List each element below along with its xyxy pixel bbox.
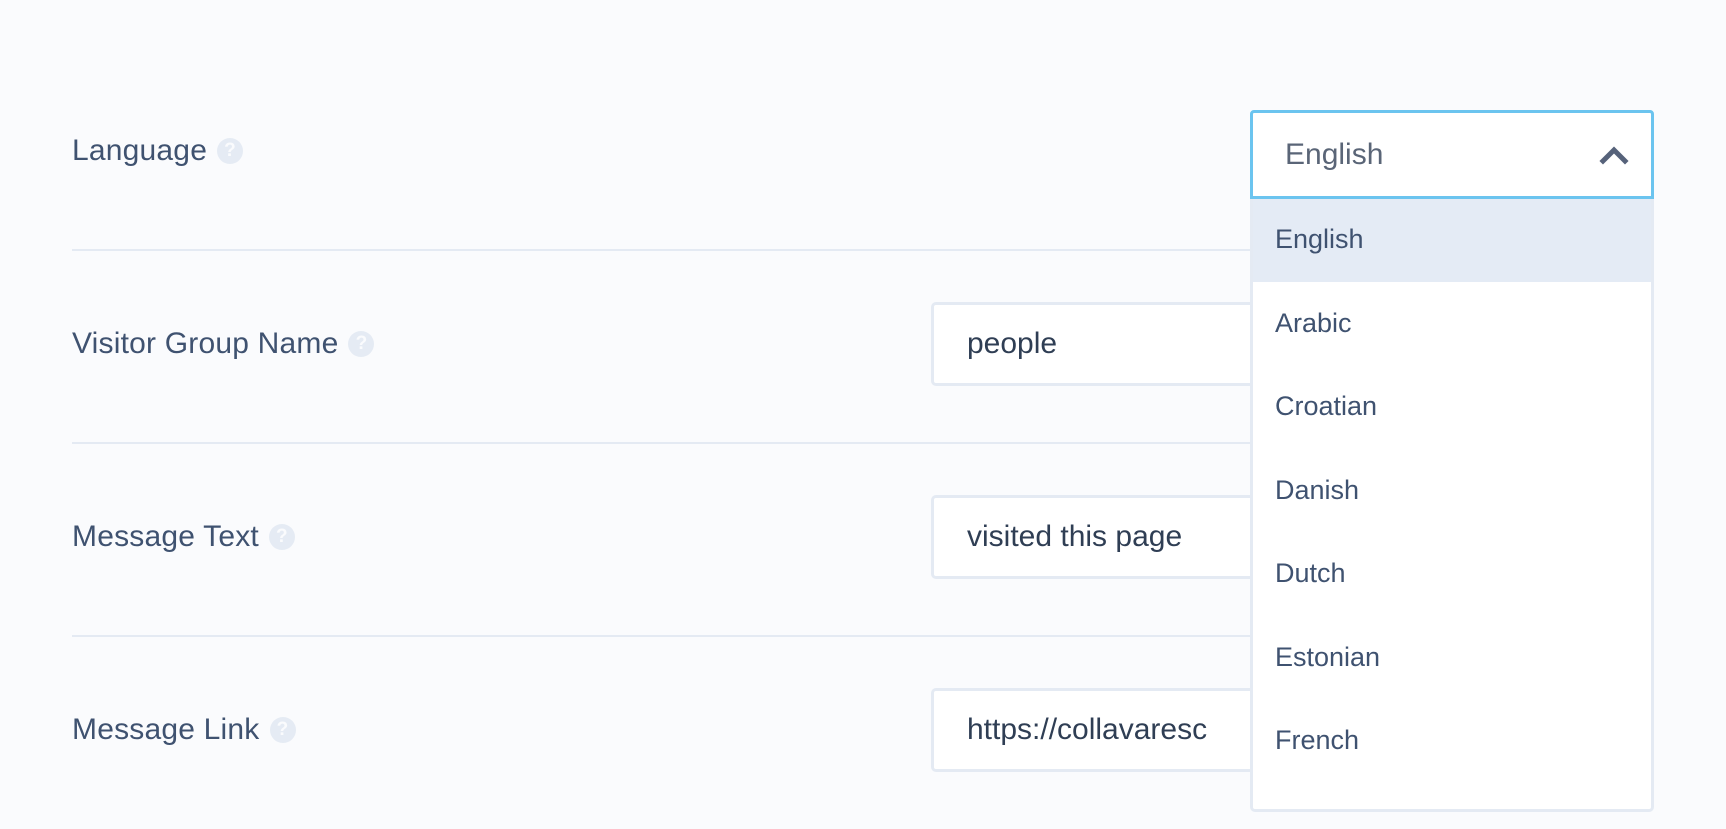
language-select-value: English [1285, 137, 1384, 171]
input-value: https://collavaresc [967, 713, 1208, 746]
field-label-message-text: Message Text ? [72, 520, 295, 554]
language-option-french[interactable]: French [1253, 699, 1651, 783]
language-option-croatian[interactable]: Croatian [1253, 365, 1651, 449]
input-value: people [967, 327, 1058, 360]
question-circle-icon[interactable]: ? [348, 331, 375, 357]
field-label-message-link: Message Link ? [72, 713, 296, 747]
language-option-arabic[interactable]: Arabic [1253, 282, 1651, 366]
field-label-language: Language ? [72, 134, 244, 168]
language-option-danish[interactable]: Danish [1253, 449, 1651, 533]
question-circle-icon[interactable]: ? [269, 717, 296, 743]
label-text: Visitor Group Name [72, 327, 339, 360]
chevron-up-icon[interactable] [1599, 145, 1629, 165]
language-select[interactable]: English [1250, 110, 1654, 199]
language-option-dutch[interactable]: Dutch [1253, 532, 1651, 616]
label-text: Message Text [72, 520, 259, 553]
label-text: Message Link [72, 713, 260, 746]
label-text: Language [72, 134, 208, 167]
language-option-estonian[interactable]: Estonian [1253, 616, 1651, 700]
input-value: visited this page [967, 520, 1183, 553]
field-label-visitor-group-name: Visitor Group Name ? [72, 327, 375, 361]
question-circle-icon[interactable]: ? [217, 138, 244, 164]
question-circle-icon[interactable]: ? [268, 524, 295, 550]
language-dropdown-list: English Arabic Croatian Danish Dutch Est… [1250, 198, 1654, 812]
language-option-english[interactable]: English [1253, 198, 1651, 282]
